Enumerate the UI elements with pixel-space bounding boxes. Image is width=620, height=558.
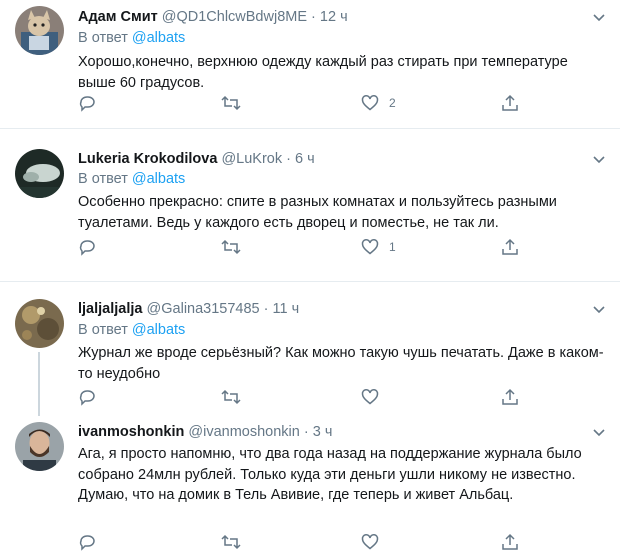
reply-button[interactable] xyxy=(78,532,106,552)
timestamp[interactable]: 6 ч xyxy=(295,151,315,167)
reply-icon xyxy=(79,390,95,406)
tweet-text: Особенно прекрасно: спите в разных комна… xyxy=(78,194,557,231)
like-button[interactable] xyxy=(361,532,389,552)
like-button[interactable] xyxy=(361,387,389,407)
separator: · xyxy=(311,9,316,25)
retweet-button[interactable] xyxy=(221,387,251,407)
author-name[interactable]: Адам Смит xyxy=(78,9,158,25)
author-handle[interactable]: @ivanmoshonkin xyxy=(188,424,299,440)
author-name[interactable]: ljaljaljalja xyxy=(78,301,143,317)
like-icon xyxy=(361,534,379,550)
tweet[interactable]: ivanmoshonkin @ivanmoshonkin · 3 ч Ага, … xyxy=(0,416,620,558)
tweet-text: Ага, я просто напомню, что два года наза… xyxy=(78,446,582,503)
reply-prefix: В ответ xyxy=(78,322,128,338)
chevron-down-icon[interactable] xyxy=(590,11,608,25)
timestamp[interactable]: 11 ч xyxy=(273,301,300,317)
retweet-button[interactable] xyxy=(221,93,251,113)
avatar[interactable] xyxy=(15,422,64,471)
tweet-text: Хорошо,конечно, верхнюю одежду каждый ра… xyxy=(78,54,568,91)
share-button[interactable] xyxy=(501,237,519,257)
reply-icon xyxy=(79,96,95,112)
tweet[interactable]: Адам Смит @QD1ChlcwBdwj8ME · 12 ч В отве… xyxy=(0,0,620,124)
retweet-icon xyxy=(221,239,241,255)
like-icon xyxy=(361,389,379,405)
separator: · xyxy=(263,301,269,317)
retweet-icon xyxy=(221,534,241,550)
author-name[interactable]: ivanmoshonkin xyxy=(78,424,184,440)
reply-prefix: В ответ xyxy=(78,30,128,46)
reply-mention-link[interactable]: @albats xyxy=(132,30,185,46)
timestamp[interactable]: 12 ч xyxy=(320,9,348,25)
tweet-actions xyxy=(78,532,528,552)
author-handle[interactable]: @Galina3157485 xyxy=(147,301,260,317)
share-icon xyxy=(502,533,518,550)
tweet[interactable]: ljaljaljalja @Galina3157485 · 11 ч В отв… xyxy=(0,282,620,416)
chevron-down-icon[interactable] xyxy=(590,303,608,317)
like-button[interactable]: 1 xyxy=(361,237,396,257)
chevron-down-icon[interactable] xyxy=(590,426,608,440)
share-button[interactable] xyxy=(501,532,519,552)
retweet-button[interactable] xyxy=(221,532,251,552)
share-icon xyxy=(502,94,518,111)
like-count: 2 xyxy=(389,96,396,110)
reply-mention-link[interactable]: @albats xyxy=(132,171,185,187)
share-button[interactable] xyxy=(501,93,519,113)
share-icon xyxy=(502,238,518,255)
reply-icon xyxy=(79,240,95,256)
share-button[interactable] xyxy=(501,387,519,407)
avatar[interactable] xyxy=(15,6,64,55)
tweet-actions: 2 xyxy=(78,93,528,113)
avatar[interactable] xyxy=(15,149,64,198)
thread-connector-line xyxy=(38,352,40,416)
like-icon xyxy=(361,239,379,255)
tweet-text: Журнал же вроде серьёзный? Как можно так… xyxy=(78,345,604,382)
share-icon xyxy=(502,388,518,405)
like-button[interactable]: 2 xyxy=(361,93,396,113)
reply-button[interactable] xyxy=(78,387,106,407)
author-handle[interactable]: @QD1ChlcwBdwj8ME xyxy=(162,9,307,25)
reply-button[interactable] xyxy=(78,237,106,257)
tweet-actions xyxy=(78,387,528,407)
chevron-down-icon[interactable] xyxy=(590,153,608,167)
reply-button[interactable] xyxy=(78,93,106,113)
reply-prefix: В ответ xyxy=(78,171,128,187)
like-count: 1 xyxy=(389,240,396,254)
like-icon xyxy=(361,95,379,111)
retweet-icon xyxy=(221,95,241,111)
tweet-actions: 1 xyxy=(78,237,528,257)
avatar[interactable] xyxy=(15,299,64,348)
tweet[interactable]: Lukeria Krokodilova @LuKrok · 6 ч В отве… xyxy=(0,129,620,279)
separator: · xyxy=(286,151,291,167)
author-name[interactable]: Lukeria Krokodilova xyxy=(78,151,217,167)
timestamp[interactable]: 3 ч xyxy=(313,424,333,440)
reply-mention-link[interactable]: @albats xyxy=(132,322,185,338)
reply-icon xyxy=(79,535,95,551)
retweet-icon xyxy=(221,389,241,405)
author-handle[interactable]: @LuKrok xyxy=(221,151,282,167)
separator: · xyxy=(303,424,309,440)
retweet-button[interactable] xyxy=(221,237,251,257)
